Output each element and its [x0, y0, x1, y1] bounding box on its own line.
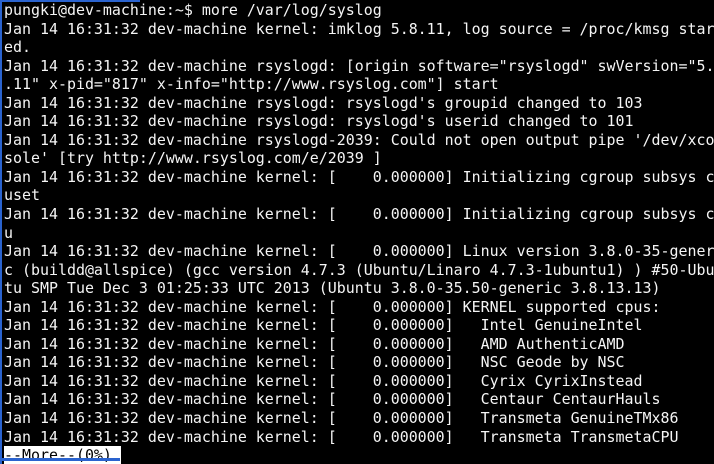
- window-border-left: [0, 0, 2, 464]
- terminal-line: Jan 14 16:31:32 dev-machine kernel: [ 0.…: [4, 168, 714, 187]
- terminal-line: c (buildd@allspice) (gcc version 4.7.3 (…: [4, 261, 714, 280]
- terminal-line: Jan 14 16:31:32 dev-machine kernel: [ 0.…: [4, 298, 714, 317]
- more-pager-prompt: --More--(0%): [4, 446, 121, 464]
- terminal-line: Jan 14 16:31:32 dev-machine rsyslogd: [o…: [4, 57, 714, 76]
- terminal-line: Jan 14 16:31:32 dev-machine kernel: [ 0.…: [4, 390, 714, 409]
- terminal-line: Jan 14 16:31:32 dev-machine kernel: [ 0.…: [4, 335, 714, 354]
- terminal-line: uset: [4, 186, 714, 205]
- terminal-line: Jan 14 16:31:32 dev-machine kernel: [ 0.…: [4, 428, 714, 447]
- typed-command: more /var/log/syslog: [193, 1, 382, 19]
- terminal-line: Jan 14 16:31:32 dev-machine rsyslogd-203…: [4, 131, 714, 150]
- terminal-line: Jan 14 16:31:32 dev-machine kernel: imkl…: [4, 20, 714, 39]
- pager-status-line: --More--(0%): [4, 446, 714, 464]
- terminal-line: Jan 14 16:31:32 dev-machine rsyslogd: rs…: [4, 94, 714, 113]
- window-border-bottom: [0, 458, 120, 461]
- shell-prompt-line: pungki@dev-machine:~$ more /var/log/sysl…: [4, 1, 714, 20]
- terminal-line: tu SMP Tue Dec 3 01:25:33 UTC 2013 (Ubun…: [4, 279, 714, 298]
- window-border-top: [0, 0, 140, 2]
- terminal-line: Jan 14 16:31:32 dev-machine kernel: [ 0.…: [4, 409, 714, 428]
- terminal-output: pungki@dev-machine:~$ more /var/log/sysl…: [0, 0, 714, 464]
- terminal-line: ed.: [4, 38, 714, 57]
- terminal-line: sole' [try http://www.rsyslog.com/e/2039…: [4, 149, 714, 168]
- shell-prompt: pungki@dev-machine:~$: [4, 1, 193, 19]
- terminal-line: .11" x-pid="817" x-info="http://www.rsys…: [4, 75, 714, 94]
- terminal-line: Jan 14 16:31:32 dev-machine kernel: [ 0.…: [4, 316, 714, 335]
- terminal-line: u: [4, 224, 714, 243]
- terminal-line: Jan 14 16:31:32 dev-machine kernel: [ 0.…: [4, 353, 714, 372]
- terminal-line: Jan 14 16:31:32 dev-machine kernel: [ 0.…: [4, 242, 714, 261]
- terminal-line: Jan 14 16:31:32 dev-machine kernel: [ 0.…: [4, 205, 714, 224]
- terminal-line: Jan 14 16:31:32 dev-machine kernel: [ 0.…: [4, 372, 714, 391]
- terminal-window[interactable]: pungki@dev-machine:~$ more /var/log/sysl…: [0, 0, 714, 464]
- terminal-line: Jan 14 16:31:32 dev-machine rsyslogd: rs…: [4, 112, 714, 131]
